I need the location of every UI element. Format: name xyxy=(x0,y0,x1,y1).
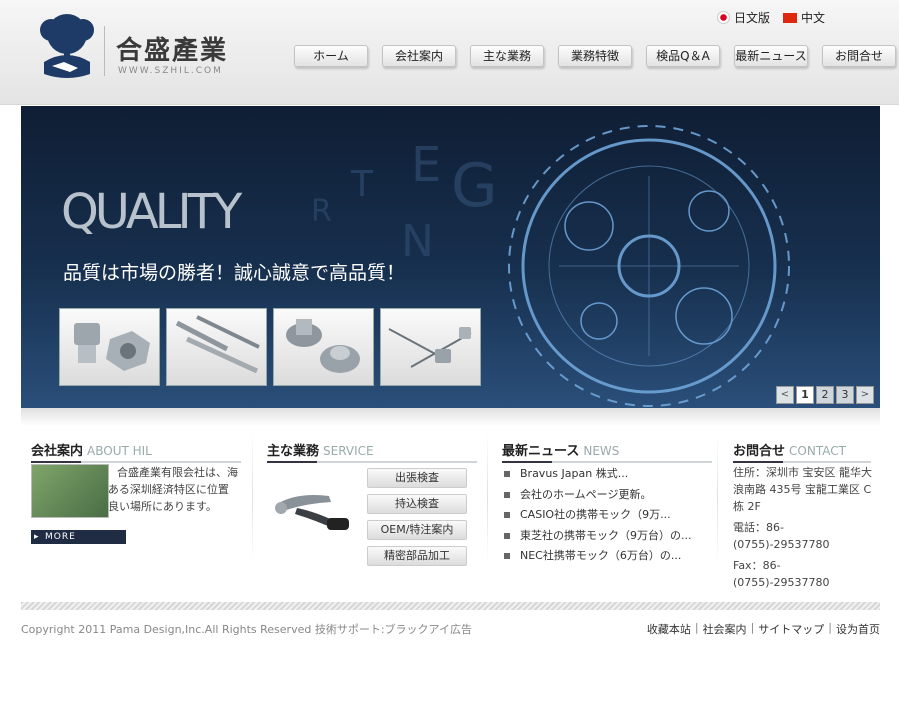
contact-address: 住所：深圳市 宝安区 龍华大浪南路 435号 宝龍工業区 C栋 2F xyxy=(733,466,872,513)
needle-icon xyxy=(388,327,472,368)
lang-chinese-label: 中文 xyxy=(801,11,826,25)
service-section: 主な業務 SERVICE 出張検査 持込検査 OEM/特注案内 精密部品加工 xyxy=(267,440,477,566)
contact-title-ja: お問合せ xyxy=(733,444,786,459)
link-separator: | xyxy=(828,621,832,634)
lang-japanese-label: 日文版 xyxy=(734,11,771,25)
news-item[interactable]: NEC社携帯モック（6万台）の... xyxy=(502,546,692,567)
title-underline xyxy=(31,461,81,463)
contact-fax: Fax：86-(0755)-29537780 xyxy=(733,559,830,589)
banner-headline: QUALITY xyxy=(61,184,242,240)
bg-letter: G xyxy=(451,151,498,221)
contact-phone: 電話：86-(0755)-29537780 xyxy=(733,521,830,551)
pins-icon xyxy=(175,315,260,374)
footer-link-homepage[interactable]: 设为首页 xyxy=(836,621,880,637)
nav-contact[interactable]: お問合せ xyxy=(822,45,896,67)
news-item[interactable]: 会社のホームページ更新。 xyxy=(502,485,692,506)
nav-qa[interactable]: 検品Q＆A xyxy=(646,45,720,67)
service-carry-in-inspection-button[interactable]: 持込検査 xyxy=(367,494,467,514)
crimping-tool-icon xyxy=(275,495,349,530)
copyright-text: Copyright 2011 Pama Design,Inc.All Right… xyxy=(21,623,472,636)
link-separator: | xyxy=(694,621,699,634)
column-divider xyxy=(487,432,488,562)
about-section: 会社案内 ABOUT HIL 合盛產業有限会社は、海外への玄関口である深圳経済特区… xyxy=(31,440,243,556)
lang-japanese-link[interactable]: 日文版 xyxy=(717,9,770,26)
news-title-ja: 最新ニュース xyxy=(502,444,580,459)
japan-flag-icon xyxy=(717,11,730,24)
news-title-en: NEWS xyxy=(583,444,620,458)
bg-letter: R xyxy=(311,194,332,229)
contact-section: お問合せ CONTACT 住所：深圳市 宝安区 龍华大浪南路 435号 宝龍工業区… xyxy=(733,440,873,589)
contact-title: お問合せ CONTACT xyxy=(733,440,871,463)
about-title: 会社案内 ABOUT HIL xyxy=(31,440,241,463)
contact-title-en: CONTACT xyxy=(789,444,846,458)
column-divider xyxy=(717,432,718,562)
news-item[interactable]: CASIO社の携帯モック（9万... xyxy=(502,505,692,526)
nav-services[interactable]: 主な業務 xyxy=(470,45,544,67)
footer-link-bookmark[interactable]: 收藏本站 xyxy=(647,621,691,637)
footer-stripe xyxy=(21,602,880,610)
product-thumb-hex-nut[interactable] xyxy=(59,308,160,386)
banner-slogan: 品質は市場の勝者！誠心誠意で高品質！ xyxy=(63,262,406,284)
footer-link-company[interactable]: 社会案内 xyxy=(703,621,747,637)
news-section: 最新ニュース NEWS Bravus Japan 株式... 会社のホームページ更… xyxy=(502,440,712,562)
column-divider xyxy=(252,432,253,562)
bg-letter: N xyxy=(401,216,434,267)
main-nav: ホーム 会社案内 主な業務 業務特徴 検品Q＆A 最新ニュース お問合せ xyxy=(294,45,896,67)
hero-banner[interactable]: T E G R N QUALITY 品質は市場の勝者！誠心誠意で高品質！ < 1… xyxy=(21,106,880,408)
banner-shadow xyxy=(21,408,880,426)
title-underline xyxy=(733,461,783,463)
contact-details: 住所：深圳市 宝安区 龍华大浪南路 435号 宝龍工業区 C栋 2F 電話：86… xyxy=(733,464,873,595)
plug-icon xyxy=(286,319,360,373)
site-logo[interactable]: 合盛產業 WWW.SZHIL.COM xyxy=(34,12,234,92)
hex-nut-icon xyxy=(74,323,150,371)
lang-chinese-link[interactable]: 中文 xyxy=(783,9,825,26)
service-title-ja: 主な業務 xyxy=(267,444,320,459)
service-oem-button[interactable]: OEM/特注案内 xyxy=(367,520,467,540)
news-list: Bravus Japan 株式... 会社のホームページ更新。 CASIO社の携… xyxy=(502,464,692,567)
slider-prev-button[interactable]: < xyxy=(776,386,794,404)
service-title-en: SERVICE xyxy=(323,444,374,458)
nav-home[interactable]: ホーム xyxy=(294,45,368,67)
news-title: 最新ニュース NEWS xyxy=(502,440,712,463)
company-building-photo xyxy=(31,464,109,518)
news-item[interactable]: Bravus Japan 株式... xyxy=(502,464,692,485)
company-url: WWW.SZHIL.COM xyxy=(118,66,223,76)
china-flag-icon xyxy=(783,12,797,23)
slider-next-button[interactable]: > xyxy=(856,386,874,404)
link-separator: | xyxy=(750,621,755,634)
product-thumb-pins[interactable] xyxy=(166,308,267,386)
slider-page-3[interactable]: 3 xyxy=(836,386,854,404)
about-title-en: ABOUT HIL xyxy=(87,444,152,458)
product-thumb-plugs[interactable] xyxy=(273,308,374,386)
title-underline xyxy=(502,461,552,463)
service-onsite-inspection-button[interactable]: 出張検査 xyxy=(367,468,467,488)
slider-page-2[interactable]: 2 xyxy=(816,386,834,404)
product-thumbnails xyxy=(59,308,481,386)
slider-page-1[interactable]: 1 xyxy=(796,386,814,404)
tree-handshake-logo-icon xyxy=(40,14,94,78)
nav-company[interactable]: 会社案内 xyxy=(382,45,456,67)
bg-letter: T xyxy=(350,164,374,205)
service-title: 主な業務 SERVICE xyxy=(267,440,477,463)
bg-letter: E xyxy=(411,137,441,193)
footer-link-sitemap[interactable]: サイトマップ xyxy=(758,621,824,637)
nav-features[interactable]: 業務特徴 xyxy=(558,45,632,67)
title-underline xyxy=(267,461,317,463)
gear-graphic-icon xyxy=(508,125,790,407)
news-item[interactable]: 東芝社の携帯モック（9万台）の... xyxy=(502,526,692,547)
footer-links: 收藏本站 | 社会案内 | サイトマップ | 设为首页 xyxy=(647,621,880,637)
product-thumb-needles[interactable] xyxy=(380,308,481,386)
about-title-ja: 会社案内 xyxy=(31,444,84,459)
more-content-button[interactable]: MORE CONTENT xyxy=(31,530,126,556)
company-name: 合盛產業 xyxy=(116,36,229,66)
service-buttons: 出張検査 持込検査 OEM/特注案内 精密部品加工 xyxy=(367,468,467,566)
logo-divider xyxy=(104,26,105,76)
service-precision-parts-button[interactable]: 精密部品加工 xyxy=(367,546,467,566)
slider-pager: < 1 2 3 > xyxy=(776,386,874,404)
nav-news[interactable]: 最新ニュース xyxy=(734,45,808,67)
